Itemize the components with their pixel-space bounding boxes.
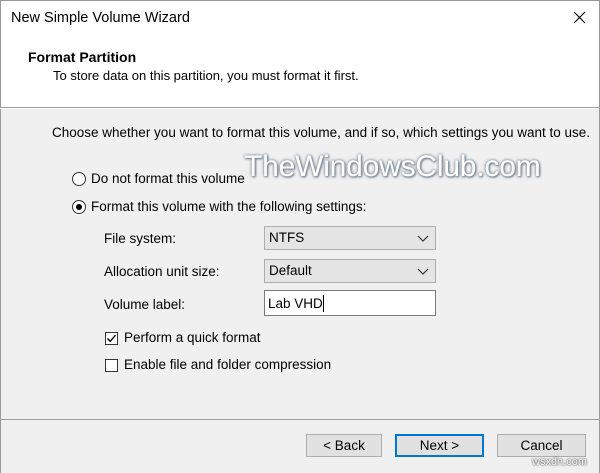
allocation-unit-label: Allocation unit size: [104,264,220,279]
footer-divider [0,419,600,420]
back-button[interactable]: < Back [306,434,382,457]
file-system-value: NTFS [269,230,305,245]
quick-format-label[interactable]: Perform a quick format [124,330,261,345]
cancel-button[interactable]: Cancel [497,434,586,457]
file-system-label: File system: [104,231,177,246]
file-system-select[interactable]: NTFS [264,226,436,250]
header-divider-highlight [0,108,600,109]
compression-checkbox[interactable] [105,359,118,372]
chevron-down-icon [417,268,429,275]
volume-label-input[interactable] [264,290,436,316]
close-icon [573,11,586,24]
no-format-label[interactable]: Do not format this volume [91,171,245,186]
allocation-unit-value: Default [269,263,312,278]
compression-label[interactable]: Enable file and folder compression [124,357,331,372]
allocation-unit-select[interactable]: Default [264,259,436,283]
page-title: Format Partition [28,49,137,65]
checkmark-icon [106,334,117,343]
volume-label-label: Volume label: [104,297,186,312]
format-radio[interactable] [72,200,86,214]
no-format-radio[interactable] [72,172,86,186]
format-label[interactable]: Format this volume with the following se… [91,199,366,214]
page-subtitle: To store data on this partition, you mus… [53,68,359,83]
chevron-down-icon [417,235,429,242]
window-title: New Simple Volume Wizard [11,10,190,26]
volume-label-field[interactable] [268,294,428,312]
next-button[interactable]: Next > [395,434,484,457]
text-caret [323,295,324,312]
intro-text: Choose whether you want to format this v… [52,125,591,140]
quick-format-checkbox[interactable] [105,332,118,345]
watermark-text: TheWindowsClub.com [244,150,541,183]
close-button[interactable] [560,0,598,36]
corner-watermark: wsxdn.com [532,456,588,468]
